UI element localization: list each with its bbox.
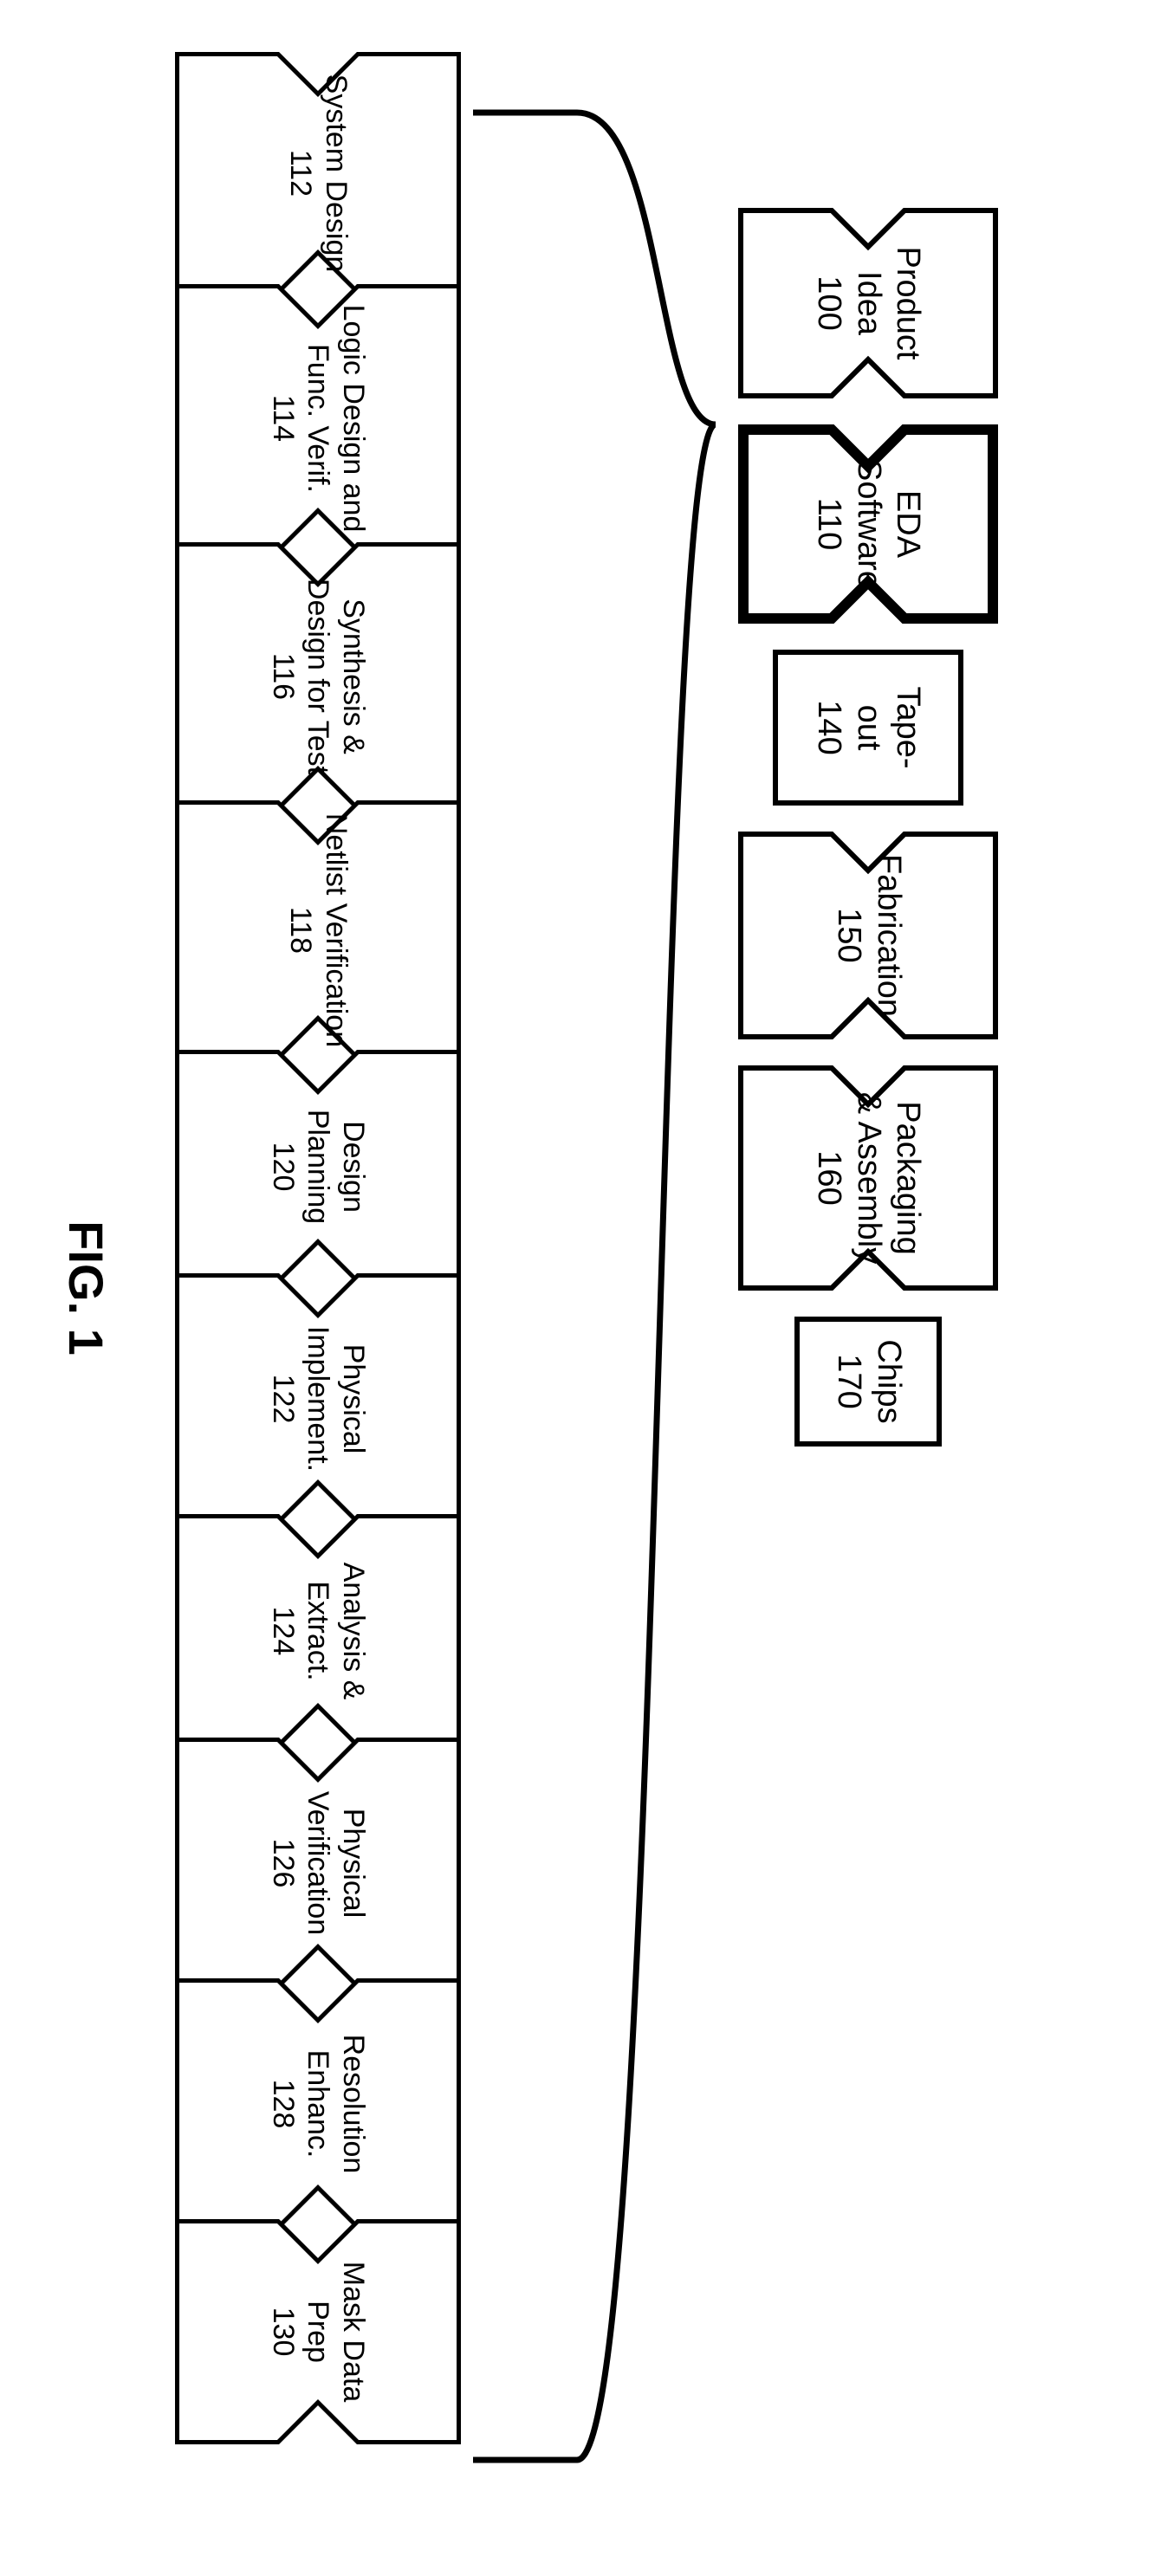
step-label: Netlist Verification [320,813,353,1047]
step-label: Physical Verification [301,1791,370,1935]
step-label: Synthesis & Design for Test [301,579,370,774]
step-label: Analysis & Extract. [301,1563,370,1700]
flow-step: Logic Design and Func. Verif.114 [175,284,461,553]
flow-step: EDA Software110 [738,424,998,624]
step-number: 110 [811,498,847,551]
step-number: 116 [267,653,300,700]
flow-step: Resolution Enhanc.128 [175,1978,461,2230]
flow-step-box: Chips170 [794,1317,942,1447]
step-label: Tape-out [848,670,927,785]
step-label: Logic Design and Func. Verif. [301,305,370,533]
flow-step: Physical Verification126 [175,1738,461,1989]
step-label: Product Idea [851,247,927,360]
flow-step: Design Planning120 [175,1050,461,1284]
flow-step: System Design112 [175,52,461,294]
flow-step: Product Idea100 [738,208,998,398]
step-label: Fabrication [871,854,907,1017]
figure-1: Product Idea100 EDA Software110 Tape-out14… [0,0,1154,2576]
top-flow-row: Product Idea100 EDA Software110 Tape-out14… [738,208,998,1447]
step-number: 112 [284,150,317,197]
step-number: 150 [831,908,867,962]
flow-step: Synthesis & Design for Test116 [175,542,461,811]
flow-step: Analysis & Extract.124 [175,1514,461,1748]
step-number: 118 [284,907,317,954]
flow-step: Mask Data Prep130 [175,2219,461,2444]
flow-step: Fabrication150 [738,832,998,1039]
step-label: Physical Implement. [301,1326,370,1472]
step-number: 160 [811,1150,847,1205]
step-number: 170 [828,1354,868,1408]
step-number: 120 [267,1142,300,1192]
step-label: Packaging & Assembly [851,1092,927,1265]
step-label: System Design [320,74,353,273]
step-number: 140 [809,700,849,754]
flow-step: Packaging & Assembly160 [738,1065,998,1291]
step-label: Resolution Enhanc. [301,2035,370,2174]
eda-substeps-row: System Design112Logic Design and Func. V… [175,52,461,2444]
flow-step-box: Tape-out140 [773,650,963,806]
step-label: Chips [868,1339,908,1423]
step-number: 122 [267,1375,300,1424]
flow-step: Physical Implement.122 [175,1273,461,1524]
step-label: EDA Software [851,459,927,589]
figure-caption: FIG. 1 [58,0,114,2576]
step-number: 130 [267,2307,300,2357]
step-label: Mask Data Prep [301,2262,370,2403]
step-number: 128 [267,2080,300,2129]
step-number: 126 [267,1839,300,1888]
step-number: 124 [267,1607,300,1656]
step-label: Design Planning [301,1110,370,1224]
step-number: 100 [811,275,847,330]
flow-step: Netlist Verification118 [175,800,461,1060]
brace-icon [464,78,724,2495]
step-number: 114 [267,395,300,442]
